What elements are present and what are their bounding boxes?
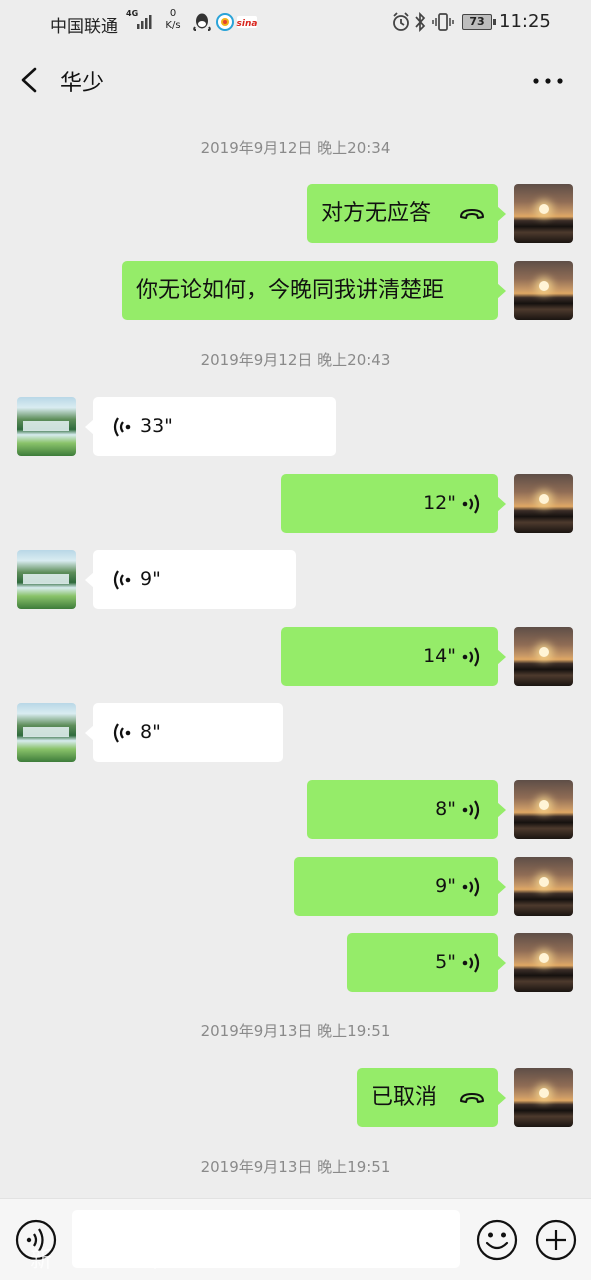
weibo-icon: sina — [237, 16, 258, 29]
svg-text:sina: sina — [237, 19, 258, 29]
my-avatar[interactable] — [514, 627, 573, 686]
voice-wave-icon — [462, 647, 480, 667]
my-avatar[interactable] — [514, 1068, 573, 1127]
timestamp: 2019年9月12日 晚上20:34 — [200, 139, 391, 157]
phone-hangup-icon — [460, 1093, 484, 1103]
emoji-icon[interactable] — [476, 1219, 518, 1261]
network-speed-unit: K/s — [165, 20, 181, 31]
voice-message-bubble[interactable]: 5" — [347, 933, 506, 992]
chat-header: 华少 — [0, 44, 591, 116]
timestamp: 2019年9月13日 晚上19:51 — [200, 1158, 391, 1176]
chevron-left-icon[interactable] — [18, 66, 40, 94]
status-bar: 中国联通 4G 0 K/s sina 73 11:25 — [0, 0, 591, 44]
contact-avatar[interactable] — [17, 703, 76, 762]
network-speed-value: 0 — [169, 8, 177, 19]
message-text: 你无论如何，今晚同我讲清楚距 — [136, 278, 445, 303]
timestamp: 2019年9月12日 晚上20:43 — [200, 351, 391, 369]
voice-duration: 33" — [140, 415, 173, 437]
my-avatar[interactable] — [514, 857, 573, 916]
contact-avatar[interactable] — [17, 550, 76, 609]
chat-title: 华少 — [60, 71, 105, 96]
call-status-text: 对方无应答 — [321, 201, 432, 226]
voice-wave-icon — [462, 953, 480, 973]
voice-message-bubble[interactable]: 12" — [281, 474, 506, 533]
browser-icon — [216, 13, 234, 31]
voice-duration: 8" — [435, 798, 456, 820]
voice-duration: 8" — [140, 721, 161, 743]
watermark: 新 三 维 — [30, 1248, 180, 1273]
voice-duration: 9" — [140, 568, 161, 590]
voice-message-bubble[interactable]: 8" — [307, 780, 506, 839]
voice-duration: 14" — [423, 645, 456, 667]
text-message-bubble[interactable]: 你无论如何，今晚同我讲清楚距 — [122, 261, 506, 320]
voice-wave-icon — [113, 570, 131, 590]
voice-message-bubble[interactable]: 9" — [294, 857, 506, 916]
phone-hangup-icon — [460, 209, 484, 219]
battery-icon: 73 — [462, 14, 496, 30]
contact-avatar[interactable] — [17, 397, 76, 456]
signal-icon — [137, 15, 152, 29]
qq-icon — [193, 13, 211, 31]
timestamp: 2019年9月13日 晚上19:51 — [200, 1022, 391, 1040]
voice-wave-icon — [462, 877, 480, 897]
call-bubble[interactable]: 对方无应答 — [307, 184, 506, 243]
voice-message-bubble[interactable]: 8" — [85, 703, 283, 762]
voice-duration: 9" — [435, 875, 456, 897]
network-speed: 0 K/s — [162, 8, 184, 32]
voice-wave-icon — [113, 417, 131, 437]
my-avatar[interactable] — [514, 184, 573, 243]
my-avatar[interactable] — [514, 780, 573, 839]
call-bubble[interactable]: 已取消 — [357, 1068, 506, 1127]
more-dots-icon[interactable] — [532, 76, 564, 86]
call-status-text: 已取消 — [371, 1085, 438, 1110]
voice-message-bubble[interactable]: 33" — [85, 397, 336, 456]
my-avatar[interactable] — [514, 474, 573, 533]
bluetooth-icon — [415, 12, 426, 32]
carrier-label: 中国联通 — [50, 17, 118, 37]
voice-wave-icon — [113, 723, 131, 743]
my-avatar[interactable] — [514, 933, 573, 992]
voice-wave-icon — [462, 494, 480, 514]
voice-wave-icon — [462, 800, 480, 820]
alarm-icon — [393, 12, 409, 31]
my-avatar[interactable] — [514, 261, 573, 320]
voice-duration: 5" — [435, 951, 456, 973]
message-list[interactable]: 2019年9月12日 晚上20:34 对方无应答 你无论如何，今晚同我讲清楚距 … — [0, 116, 591, 1198]
voice-duration: 12" — [423, 492, 456, 514]
voice-message-bubble[interactable]: 14" — [281, 627, 506, 686]
clock: 11:25 — [499, 11, 551, 32]
voice-message-bubble[interactable]: 9" — [85, 550, 296, 609]
vibrate-icon — [432, 13, 454, 31]
plus-icon[interactable] — [535, 1219, 577, 1261]
